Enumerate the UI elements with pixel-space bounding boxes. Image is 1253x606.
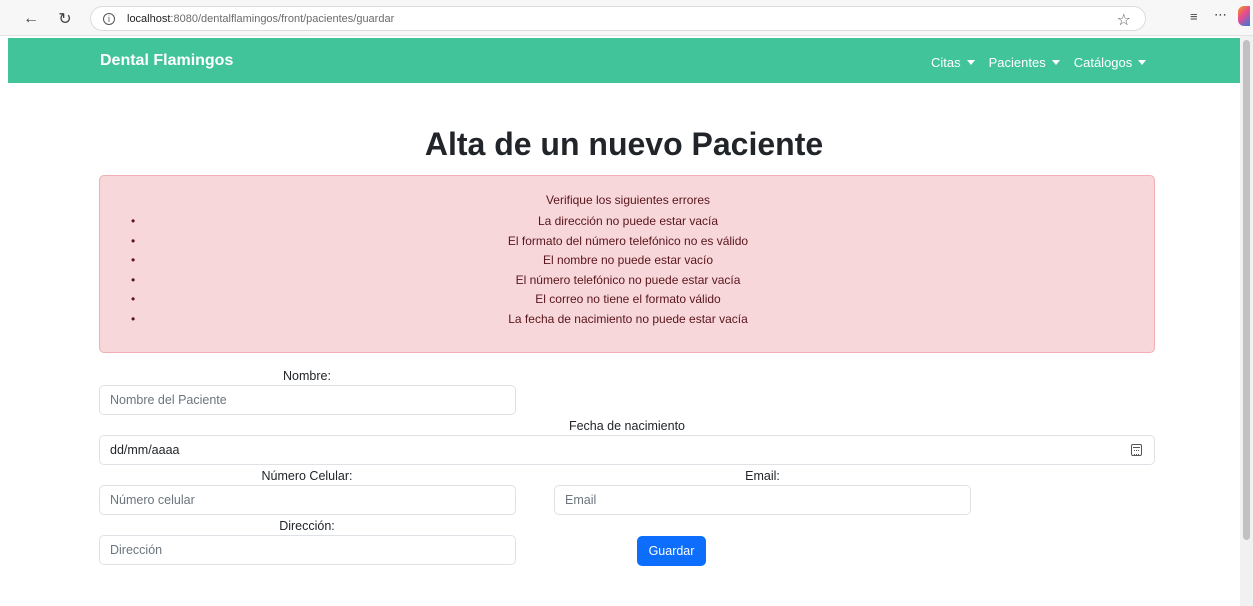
error-list: La dirección no puede estar vacía El for… (100, 212, 1156, 329)
direccion-label: Dirección: (279, 519, 335, 533)
email-input[interactable]: Email (554, 485, 971, 515)
fecha-nacimiento-input[interactable]: dd/mm/aaaa (99, 435, 1155, 465)
scrollbar-thumb[interactable] (1243, 40, 1250, 540)
page-scrollbar[interactable] (1240, 36, 1253, 606)
info-icon[interactable]: i (103, 12, 115, 25)
page-title: Alta de un nuevo Paciente (424, 126, 824, 162)
nombre-input[interactable]: Nombre del Paciente (99, 385, 516, 415)
direccion-input[interactable]: Dirección (99, 535, 516, 565)
error-item: El nombre no puede estar vacío (100, 251, 1156, 271)
nav-catalogos-label: Catálogos (1073, 55, 1133, 70)
guardar-button[interactable]: Guardar (637, 536, 706, 566)
favorites-list-icon[interactable]: ≡ (1190, 9, 1198, 24)
alert-title: Verifique los siguientes errores (545, 193, 711, 207)
error-item: El número telefónico no puede estar vací… (100, 271, 1156, 291)
error-alert: Verifique los siguientes errores La dire… (99, 175, 1155, 353)
nombre-label: Nombre: (283, 369, 331, 383)
caret-down-icon (1051, 60, 1060, 65)
nav-catalogos-dropdown[interactable]: Catálogos (1074, 55, 1147, 70)
nav-menu: Citas Pacientes Catálogos (931, 55, 1147, 70)
address-bar[interactable]: i localhost:8080/dentalflamingos/front/p… (90, 6, 1146, 31)
brand-link[interactable]: Dental Flamingos (100, 52, 233, 70)
page-content: Dental Flamingos Citas Pacientes Catálog… (8, 36, 1240, 606)
fecha-value: dd/mm/aaaa (110, 443, 180, 457)
nav-pacientes-dropdown[interactable]: Pacientes (989, 55, 1060, 70)
celular-label: Número Celular: (261, 469, 353, 483)
error-item: La fecha de nacimiento no puede estar va… (100, 310, 1156, 330)
fecha-label: Fecha de nacimiento (568, 419, 686, 433)
url-path: :8080/dentalflamingos/front/pacientes/gu… (170, 12, 395, 25)
nav-citas-dropdown[interactable]: Citas (931, 55, 975, 70)
nav-citas-label: Citas (931, 55, 961, 70)
calendar-icon[interactable] (1131, 444, 1142, 456)
error-item: La dirección no puede estar vacía (100, 212, 1156, 232)
caret-down-icon (966, 60, 975, 65)
reload-icon[interactable]: ↻ (52, 6, 78, 32)
error-item: El correo no tiene el formato válido (100, 290, 1156, 310)
error-item: El formato del número telefónico no es v… (100, 232, 1156, 252)
back-arrow-icon[interactable]: ← (18, 6, 44, 32)
caret-down-icon (1138, 60, 1147, 65)
celular-input[interactable]: Número celular (99, 485, 516, 515)
url-host: localhost (127, 12, 171, 25)
favorite-star-icon[interactable]: ☆ (1117, 10, 1131, 30)
email-label: Email: (745, 469, 780, 483)
copilot-icon[interactable] (1238, 6, 1250, 26)
navbar: Dental Flamingos Citas Pacientes Catálog… (8, 38, 1240, 83)
nav-pacientes-label: Pacientes (988, 55, 1046, 70)
browser-toolbar: ← ↻ i localhost:8080/dentalflamingos/fro… (0, 0, 1253, 36)
more-options-icon[interactable]: ⋯ (1214, 7, 1227, 23)
